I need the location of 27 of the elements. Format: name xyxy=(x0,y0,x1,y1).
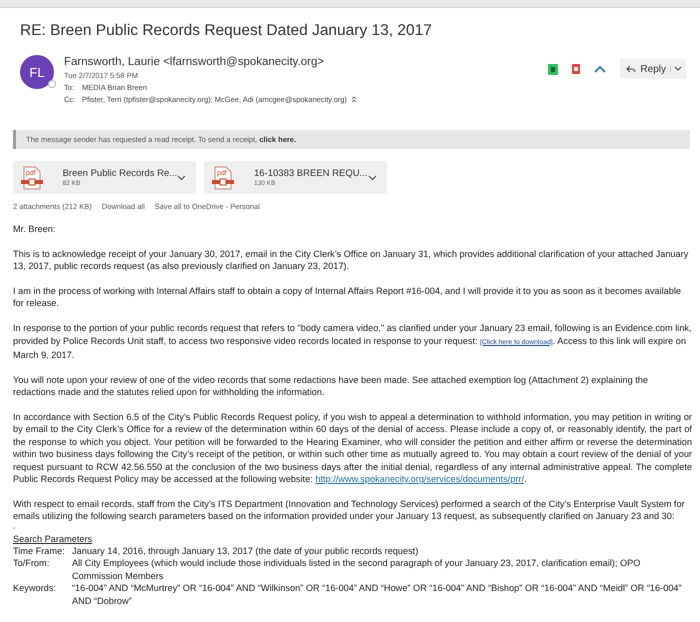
greeting: Mr. Breen: xyxy=(13,223,56,236)
presence-icon xyxy=(48,80,56,88)
sender-name: Farnsworth, Laurie <lfarnsworth@spokanecity.org> xyxy=(64,56,326,68)
section-heading: Search Parameters xyxy=(13,532,94,546)
parameter-value: All City Employees (which would include those individuals listed in the second paragraph of your January 23, 2017, clarification email); OPO Commission Members xyxy=(72,557,642,582)
body-paragraph: This is to acknowledge receipt of your January 30, 2017, email in the City Clerk’s Office on January 31, which provides additional clarification of your attached January 13, 2017, public records request (as also previously clarified on January 23, 2017). xyxy=(13,248,690,273)
chevron-down-icon[interactable] xyxy=(368,174,377,180)
parameter-value: January 14, 2016, through January 13, 2017 (the date of your public records request) xyxy=(72,545,420,558)
collapse-icon[interactable] xyxy=(350,96,357,103)
parameter-value: “16-004” AND “McMurtrey” OR “16-004” AND “Wilkinson” OR “16-004” AND “Howe” OR “16-004” AND “Bishop” OR “16-004” AND “Meidl” OR “16-004” AND “Dobrow” xyxy=(72,582,683,608)
reply-icon xyxy=(626,65,636,73)
attachment-name: 16-10383 BREEN REQU... xyxy=(254,168,368,179)
body-paragraph: In accordance with Section 6.5 of the City’s Public Records Request policy, if you wish to appeal a determination to withhold information, you may petition in writing or by email to the City Clerk’s Office for a review of the determination within 60 days of the denial of access. Please include a copy of, or reasonably identify, the part of the response to which you object. Your petition will be forwarded to the Hearing Examiner, who will consider the petition and either affirm or reverse the determination within two business days following the City’s receipt of the petition, or within such other time as mutually agreed to. You may obtain a court review of the denial of your request pursuant to RCW 42.56.550 at the conclusion of the two business days after the initial denial, regardless of any internal administrative appeal. The complete Public Records Request Policy may be accessed at the following website: http://www.spokanecity.org/services/documents/prr/. xyxy=(13,411,692,486)
attachment-name: Breen Public Records Re... xyxy=(62,168,178,179)
sender-avatar: FL xyxy=(20,55,54,89)
body-paragraph: You will note upon your review of one of the video records that some redactions have been made. See attached exemption log (Attachment 2) explaining the redactions made and the statutes relied upon for withholding the information. xyxy=(13,374,650,399)
email-subject: RE: Breen Public Records Request Dated January 13, 2017 xyxy=(20,22,433,40)
parameter-label: Keywords: xyxy=(13,582,57,596)
parameter-label: Time Frame: xyxy=(13,545,66,558)
website-link[interactable]: http://www.spokanecity.org/services/documents/prr/ xyxy=(315,474,524,484)
chevron-down-icon[interactable] xyxy=(177,174,186,180)
body-paragraph: I am in the process of working with Internal Affairs staff to obtain a copy of Internal Affairs Report #16-004, and I will provide it to you as soon as it becomes available for release. xyxy=(13,285,682,310)
parameter-label: To/From: xyxy=(13,557,50,570)
reply-button[interactable]: Reply xyxy=(620,59,686,79)
body-paragraph: With respect to email records, staff from the City’s ITS Department (Innovation and Technology Services) performed a search of the City’s Enterprise Vault System for emails utilizing the following search parameters based on the information provided under your January 13 request, as subsequently clarified on January 23 and 30: xyxy=(13,498,686,523)
caret-up-icon[interactable] xyxy=(594,66,606,72)
chevron-down-icon[interactable] xyxy=(674,66,682,72)
